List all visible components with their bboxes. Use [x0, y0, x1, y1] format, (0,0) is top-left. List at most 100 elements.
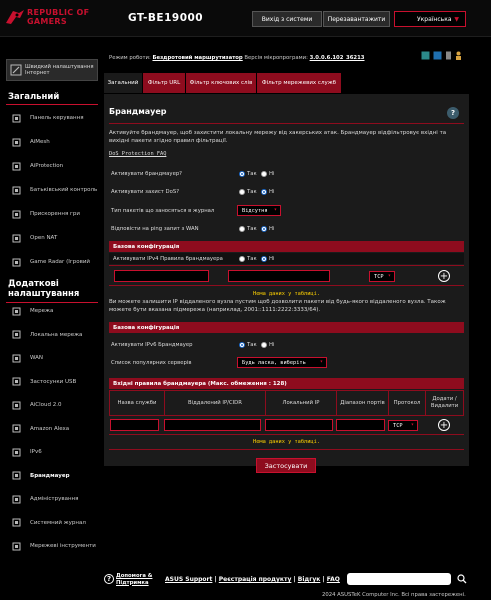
enable-firewall-no[interactable]: Ні: [261, 171, 274, 177]
sidebar-item-label: Батьківський контроль: [30, 187, 98, 193]
radio-checked[interactable]: [261, 256, 267, 262]
enable-dos-no[interactable]: Ні: [261, 189, 274, 195]
sidebar-item-globe[interactable]: WAN: [6, 348, 98, 368]
enable-firewall-yes[interactable]: Так: [239, 171, 257, 177]
ipv6-fw-no[interactable]: Ні: [261, 342, 274, 348]
search-icon[interactable]: [457, 574, 467, 584]
help-icon[interactable]: ?: [447, 107, 459, 119]
inbound-service-input[interactable]: [110, 419, 159, 431]
general-section-title: Загальний: [8, 92, 60, 102]
mode-link[interactable]: Бездротовий маршрутизатор: [152, 55, 242, 61]
general-divider: [6, 104, 98, 105]
help-line2: Підтримка: [116, 579, 149, 586]
enable-dos-yes[interactable]: Так: [239, 189, 257, 195]
col-remote-ip: Віддалений IP/CIDR: [165, 391, 266, 415]
radio-checked[interactable]: [261, 189, 267, 195]
quick-setup-label: Швидкий налаштування Інтернет: [25, 63, 94, 77]
ipv4-empty-message: Нема даних у таблиці.: [253, 291, 320, 297]
radio-unchecked[interactable]: [239, 226, 245, 232]
footer-links: ASUS Support | Реєстрація продукту | Від…: [165, 576, 340, 583]
cloud-icon: [11, 400, 21, 410]
sidebar-item-shield[interactable]: AiProtection: [6, 156, 98, 176]
inbound-row-bottom: [109, 434, 464, 435]
logout-button[interactable]: Вихід з системи: [252, 11, 322, 27]
ping-wan-no[interactable]: Ні: [261, 226, 274, 232]
language-select[interactable]: Українська ▼: [394, 11, 466, 27]
sidebar-item-dashboard[interactable]: Панель керування: [6, 108, 98, 128]
inbound-local-ip-input[interactable]: [265, 419, 333, 431]
network-status-icon[interactable]: [421, 51, 430, 62]
sidebar-item-lan[interactable]: Локальна мережа: [6, 325, 98, 345]
sidebar-item-radar[interactable]: Game Radar (Ігровий: [6, 252, 98, 272]
nat-icon: [11, 233, 21, 243]
inbound-protocol-select[interactable]: TCP ▾: [388, 420, 418, 431]
ipv4-add-icon[interactable]: +: [438, 270, 450, 282]
sidebar-item-firewall[interactable]: Брандмауер: [6, 466, 98, 486]
ipv4-protocol-select[interactable]: TCP ▾: [369, 271, 395, 282]
sidebar-item-nat[interactable]: Open NAT: [6, 228, 98, 248]
usb-status-icon[interactable]: [445, 51, 452, 62]
faq-link[interactable]: FAQ: [327, 576, 340, 583]
sidebar-item-admin[interactable]: Адміністрування: [6, 489, 98, 509]
apply-button[interactable]: Застосувати: [256, 458, 316, 473]
sidebar-item-game-boost[interactable]: Прискорення гри: [6, 204, 98, 224]
mesh-icon: [11, 137, 21, 147]
radio-checked[interactable]: [261, 226, 267, 232]
sidebar-item-mesh[interactable]: AiMesh: [6, 132, 98, 152]
ipv4-field-2[interactable]: [228, 270, 330, 282]
sidebar-item-label: AiProtection: [30, 163, 64, 169]
enable-dos-label: Активувати захист DoS?: [111, 189, 180, 195]
inbound-rules-header: Вхідні правила брандмауера (Макс. обмеже…: [109, 378, 464, 389]
quick-setup-button[interactable]: Швидкий налаштування Інтернет: [6, 59, 98, 81]
chevron-down-icon: ▼: [454, 16, 459, 23]
radio-unchecked[interactable]: [239, 256, 245, 262]
reboot-button[interactable]: Перезавантажити: [323, 11, 390, 27]
ipv4-rules-yes[interactable]: Так: [239, 256, 257, 262]
feedback-link[interactable]: Відгук: [298, 576, 321, 583]
ping-wan-yes[interactable]: Так: [239, 226, 257, 232]
dos-faq-link[interactable]: DoS Protection FAQ: [109, 151, 166, 157]
ipv4-field-1[interactable]: [114, 270, 209, 282]
sidebar-item-usb[interactable]: Застосунки USB: [6, 372, 98, 392]
sidebar-item-cloud[interactable]: AiCloud 2.0: [6, 395, 98, 415]
asus-support-link[interactable]: ASUS Support: [165, 576, 212, 583]
help-line1: Допомога &: [116, 573, 153, 579]
inbound-remote-ip-input[interactable]: [164, 419, 261, 431]
sidebar-item-alexa[interactable]: Amazon Alexa: [6, 419, 98, 439]
copyright: 2024 ASUSTeK Computer Inc. Всі права зас…: [322, 592, 466, 598]
radio-unchecked[interactable]: [261, 342, 267, 348]
sidebar-item-label: Брандмауер: [30, 472, 70, 479]
user-status-icon[interactable]: [455, 51, 462, 62]
status-icons: [421, 51, 462, 62]
col-service-name: Назва служби: [110, 391, 165, 415]
footer-search-input[interactable]: [347, 573, 451, 585]
tab-keyword-filter[interactable]: Фільтр ключових слів: [186, 73, 256, 93]
sidebar-item-label: Прискорення гри: [30, 211, 80, 217]
radio-unchecked[interactable]: [261, 171, 267, 177]
inbound-port-input[interactable]: [336, 419, 385, 431]
sidebar-item-tools[interactable]: Мережеві інструменти: [6, 536, 98, 556]
tab-general[interactable]: Загальний: [104, 73, 142, 93]
firmware-link[interactable]: 3.0.0.6.102_36213: [310, 55, 365, 61]
radio-unchecked[interactable]: [239, 189, 245, 195]
wand-icon: [10, 63, 22, 77]
sidebar-item-log[interactable]: Системний журнал: [6, 513, 98, 533]
help-support-link[interactable]: Допомога & Підтримка: [116, 573, 152, 586]
inbound-add-icon[interactable]: +: [438, 419, 450, 431]
log-type-select[interactable]: Відсутня ▾: [237, 205, 281, 216]
ipv6-fw-yes[interactable]: Так: [239, 342, 257, 348]
sidebar-item-parental[interactable]: Батьківський контроль: [6, 180, 98, 200]
sidebar-item-ipv6[interactable]: IPv6: [6, 442, 98, 462]
radio-checked[interactable]: [239, 342, 245, 348]
ipv4-rules-no[interactable]: Ні: [261, 256, 274, 262]
wifi-status-icon[interactable]: [433, 51, 442, 62]
tab-service-filter[interactable]: Фільтр мережевих служб: [257, 73, 341, 93]
tab-url-filter[interactable]: Фільтр URL: [143, 73, 185, 93]
game-boost-icon: [11, 209, 21, 219]
product-registration-link[interactable]: Реєстрація продукту: [219, 576, 292, 583]
sidebar-item-network[interactable]: Мережа: [6, 301, 98, 321]
admin-icon: [11, 494, 21, 504]
help-support-icon[interactable]: ?: [104, 574, 114, 584]
radio-checked[interactable]: [239, 171, 245, 177]
services-select[interactable]: Будь ласка, виберіть ▾: [237, 357, 327, 368]
